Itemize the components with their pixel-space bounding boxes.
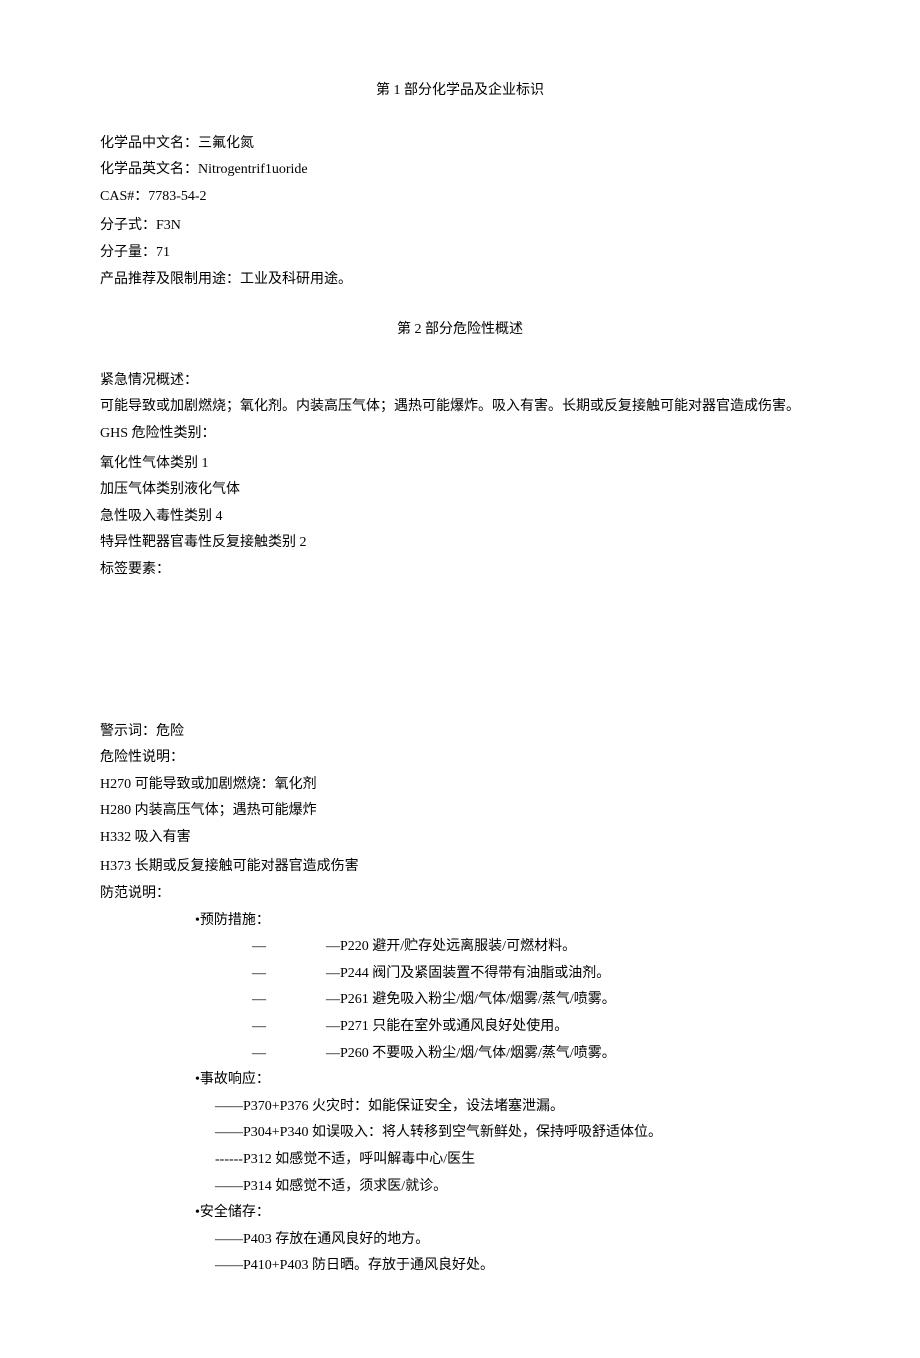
- ghs-class-3: 急性吸入毒性类别 4: [100, 504, 820, 531]
- pictogram-area: [100, 584, 820, 719]
- mw-row: 分子量：71: [100, 240, 820, 267]
- emergency-label: 紧急情况概述：: [100, 368, 820, 395]
- signal-label: 警示词：: [100, 724, 156, 739]
- storage-title: •安全储存：: [100, 1200, 820, 1227]
- emergency-text: 可能导致或加剧燃烧；氧化剂。内装高压气体；遇热可能爆炸。吸入有害。长期或反复接触…: [100, 394, 820, 421]
- cas-value: 7783-54-2: [148, 189, 206, 204]
- hazard-1: H270 可能导致或加剧燃烧：氧化剂: [100, 772, 820, 799]
- precaution-label: 防范说明：: [100, 881, 820, 908]
- response-item-4: ——P314 如感觉不适，须求医/就诊。: [100, 1174, 820, 1201]
- usage-value: 工业及科研用途。: [240, 272, 352, 287]
- prevention-item-1: — —P220 避开/贮存处远离服装/可燃材料。: [100, 934, 820, 961]
- dash-prefix: —: [252, 987, 266, 1014]
- hazard-3: H332 吸入有害: [100, 825, 820, 852]
- hazard-4: H373 长期或反复接触可能对器官造成伤害: [100, 854, 820, 881]
- storage-item-1: ——P403 存放在通风良好的地方。: [100, 1227, 820, 1254]
- formula-row: 分子式：F3N: [100, 213, 820, 240]
- dash-prefix: —: [252, 1041, 266, 1068]
- response-item-2: ——P304+P340 如误吸入：将人转移到空气新鲜处，保持呼吸舒适体位。: [100, 1120, 820, 1147]
- name-en-value: Nitrogentrif1uoride: [198, 162, 308, 177]
- dash-text: —P260 不要吸入粉尘/烟/气体/烟雾/蒸气/喷雾。: [326, 1041, 616, 1068]
- signal-value: 危险: [156, 724, 184, 739]
- cas-label: CAS#：: [100, 189, 148, 204]
- formula-label: 分子式：: [100, 218, 156, 233]
- ghs-class-2: 加压气体类别液化气体: [100, 477, 820, 504]
- section-2-title: 第 2 部分危险性概述: [100, 317, 820, 344]
- name-en-label: 化学品英文名：: [100, 162, 198, 177]
- dash-text: —P244 阀门及紧固装置不得带有油脂或油剂。: [326, 961, 610, 988]
- formula-value: F3N: [156, 218, 181, 233]
- dash-prefix: —: [252, 934, 266, 961]
- prevention-item-3: — —P261 避免吸入粉尘/烟/气体/烟雾/蒸气/喷雾。: [100, 987, 820, 1014]
- response-item-3: ------P312 如感觉不适，呼叫解毒中心/医生: [100, 1147, 820, 1174]
- prevention-item-4: — —P271 只能在室外或通风良好处使用。: [100, 1014, 820, 1041]
- dash-text: —P261 避免吸入粉尘/烟/气体/烟雾/蒸气/喷雾。: [326, 987, 616, 1014]
- hazard-label: 危险性说明：: [100, 745, 820, 772]
- mw-value: 71: [156, 245, 170, 260]
- name-en-row: 化学品英文名：Nitrogentrif1uoride: [100, 157, 820, 184]
- dash-prefix: —: [252, 1014, 266, 1041]
- section-1-title: 第 1 部分化学品及企业标识: [100, 78, 820, 105]
- usage-label: 产品推荐及限制用途：: [100, 272, 240, 287]
- signal-row: 警示词：危险: [100, 719, 820, 746]
- ghs-label: GHS 危险性类别：: [100, 421, 820, 448]
- dash-prefix: —: [252, 961, 266, 988]
- prevention-item-2: — —P244 阀门及紧固装置不得带有油脂或油剂。: [100, 961, 820, 988]
- name-cn-label: 化学品中文名：: [100, 136, 198, 151]
- name-cn-row: 化学品中文名：三氟化氮: [100, 131, 820, 158]
- response-item-1: ——P370+P376 火灾时：如能保证安全，设法堵塞泄漏。: [100, 1094, 820, 1121]
- ghs-class-1: 氧化性气体类别 1: [100, 451, 820, 478]
- name-cn-value: 三氟化氮: [198, 136, 254, 151]
- usage-row: 产品推荐及限制用途：工业及科研用途。: [100, 267, 820, 294]
- dash-text: —P220 避开/贮存处远离服装/可燃材料。: [326, 934, 576, 961]
- storage-item-2: ——P410+P403 防日晒。存放于通风良好处。: [100, 1253, 820, 1280]
- dash-text: —P271 只能在室外或通风良好处使用。: [326, 1014, 568, 1041]
- prevention-item-5: — —P260 不要吸入粉尘/烟/气体/烟雾/蒸气/喷雾。: [100, 1041, 820, 1068]
- mw-label: 分子量：: [100, 245, 156, 260]
- label-elements: 标签要素：: [100, 557, 820, 584]
- response-title: •事故响应：: [100, 1067, 820, 1094]
- cas-row: CAS#：7783-54-2: [100, 184, 820, 211]
- hazard-2: H280 内装高压气体；遇热可能爆炸: [100, 798, 820, 825]
- ghs-class-4: 特异性靶器官毒性反复接触类别 2: [100, 530, 820, 557]
- prevention-title: •预防措施：: [100, 908, 820, 935]
